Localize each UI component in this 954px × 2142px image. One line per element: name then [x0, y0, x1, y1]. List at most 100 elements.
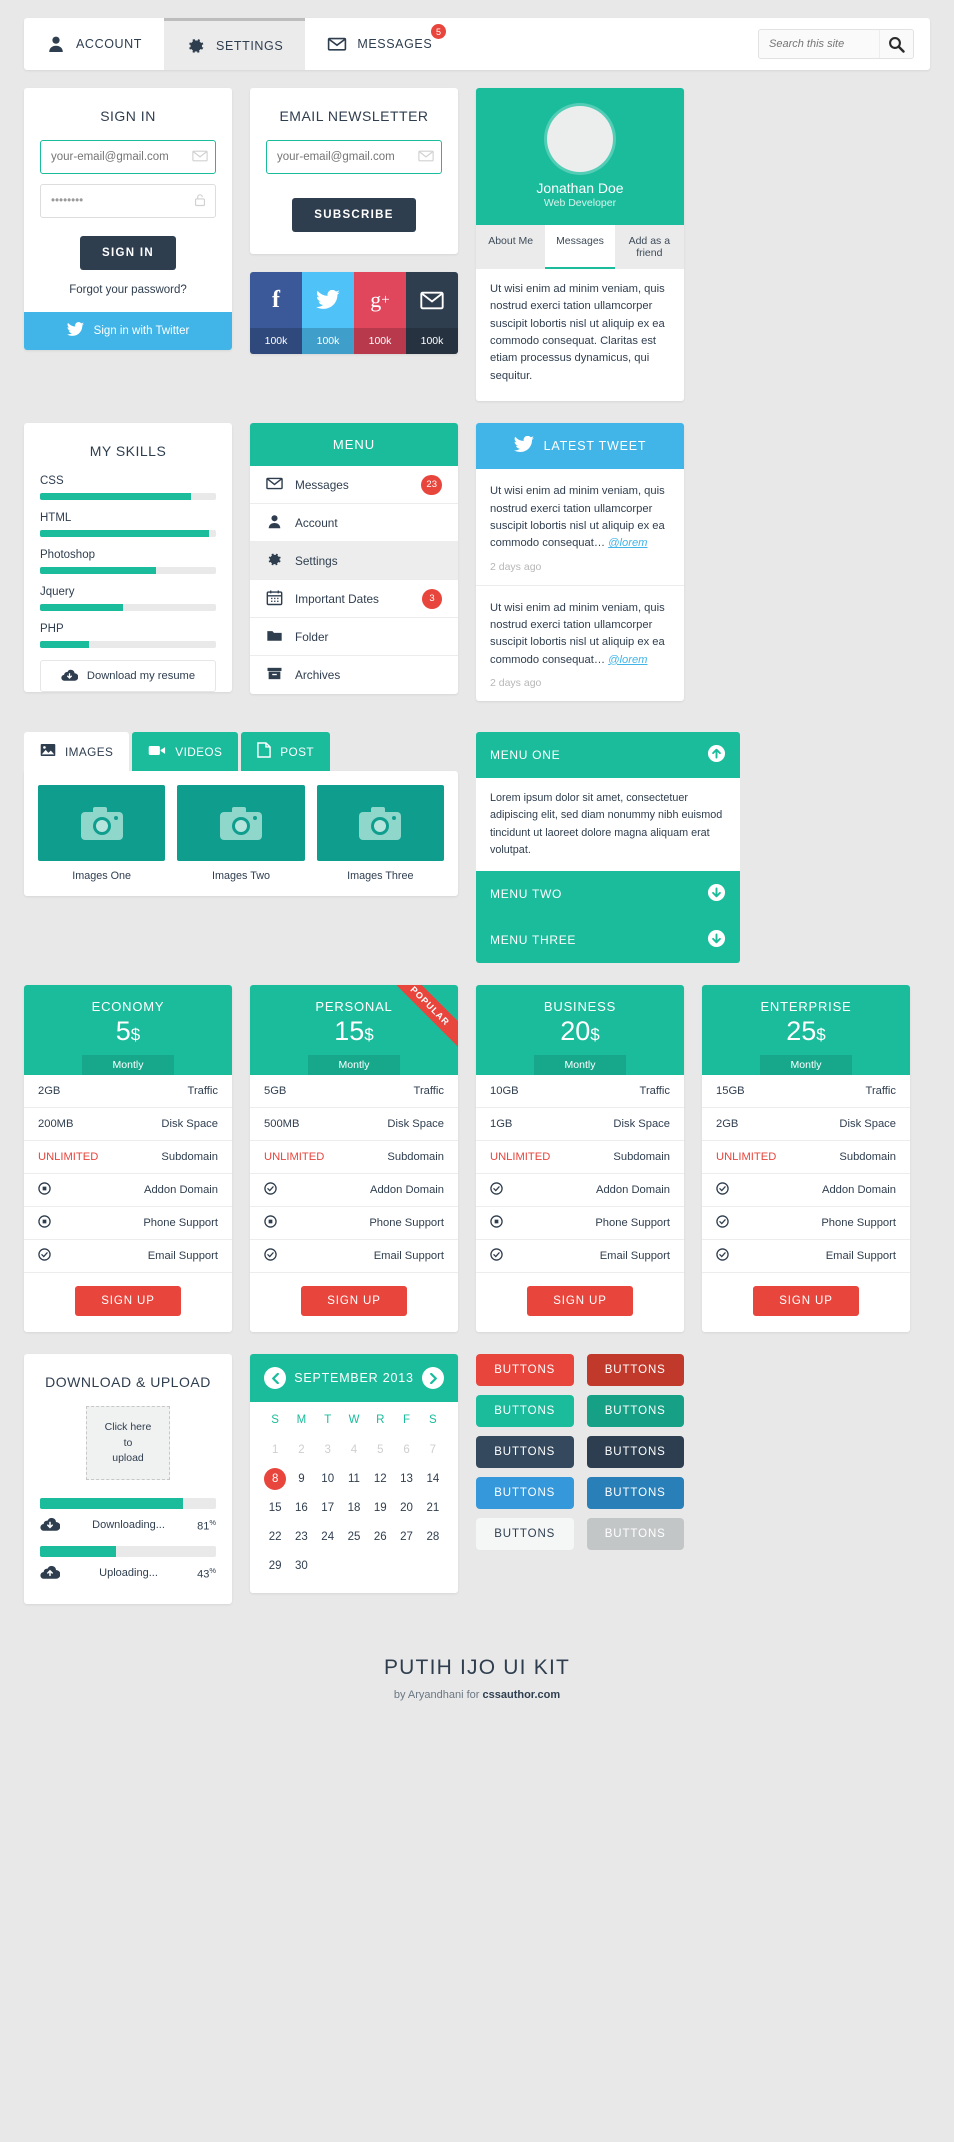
calendar-day-24[interactable]: 24	[315, 1526, 341, 1548]
tab-videos[interactable]: VIDEOS	[132, 732, 239, 772]
demo-button-1-light[interactable]: BUTTONS	[476, 1354, 574, 1387]
calendar-day-2[interactable]: 2	[288, 1439, 314, 1461]
calendar-day-16[interactable]: 16	[288, 1497, 314, 1519]
nav-tab-messages[interactable]: MESSAGES 5	[305, 18, 454, 70]
demo-button-5-dark[interactable]: BUTTONS	[586, 1518, 684, 1551]
credit-link[interactable]: cssauthor.com	[483, 1689, 561, 1701]
calendar-prev-button[interactable]	[264, 1367, 286, 1390]
calendar-day-22[interactable]: 22	[262, 1526, 288, 1548]
accordion-header-menu-two[interactable]: MENU TWO	[476, 871, 740, 918]
menu-item-label: Archives	[295, 668, 341, 683]
accordion-header-menu-one[interactable]: MENU ONE	[476, 732, 740, 779]
calendar-day-11[interactable]: 11	[341, 1468, 367, 1490]
subscribe-button[interactable]: SUBSCRIBE	[292, 198, 416, 232]
calendar-day-17[interactable]: 17	[315, 1497, 341, 1519]
signup-button[interactable]: SIGN UP	[527, 1286, 633, 1317]
demo-button-5-light[interactable]: BUTTONS	[476, 1518, 574, 1551]
demo-button-4-dark[interactable]: BUTTONS	[586, 1477, 684, 1510]
password-field[interactable]	[40, 184, 216, 218]
email-field[interactable]	[40, 140, 216, 174]
signin-with-twitter-button[interactable]: Sign in with Twitter	[24, 312, 232, 350]
calendar-day-20[interactable]: 20	[393, 1497, 419, 1519]
nav-tab-label: SETTINGS	[216, 38, 284, 53]
calendar-day-9[interactable]: 9	[288, 1468, 314, 1490]
social-twitter[interactable]: 100k	[302, 272, 354, 354]
calendar-day-8[interactable]: 8	[264, 1468, 287, 1491]
calendar-day-3[interactable]: 3	[315, 1439, 341, 1461]
upload-dropzone[interactable]: Click here to upload	[86, 1406, 170, 1481]
signin-button[interactable]: SIGN IN	[80, 236, 176, 270]
plan-feature-label: Phone Support	[143, 1217, 218, 1230]
signup-button[interactable]: SIGN UP	[753, 1286, 859, 1317]
calendar-day-12[interactable]: 12	[367, 1468, 393, 1490]
gallery-item[interactable]: Images Two	[177, 785, 305, 882]
calendar-day-18[interactable]: 18	[341, 1497, 367, 1519]
plan-feature-value: 10GB	[490, 1085, 519, 1098]
signup-button[interactable]: SIGN UP	[301, 1286, 407, 1317]
calendar-day-23[interactable]: 23	[288, 1526, 314, 1548]
calendar-day-6[interactable]: 6	[393, 1439, 419, 1461]
calendar-day-15[interactable]: 15	[262, 1497, 288, 1519]
menu-item-account[interactable]: Account	[250, 504, 458, 543]
plan-feature-value: 1GB	[490, 1118, 513, 1131]
gallery-item[interactable]: Images Three	[316, 785, 444, 882]
progress-fill	[40, 1498, 183, 1510]
demo-button-2-dark[interactable]: BUTTONS	[586, 1395, 684, 1428]
skill-label: Jquery	[40, 586, 75, 599]
signup-button[interactable]: SIGN UP	[75, 1286, 181, 1317]
calendar-day-13[interactable]: 13	[393, 1468, 419, 1490]
calendar-next-button[interactable]	[422, 1367, 444, 1390]
calendar-day-1[interactable]: 1	[262, 1439, 288, 1461]
calendar-day-7[interactable]: 7	[420, 1439, 446, 1461]
menu-item-messages[interactable]: Messages 23	[250, 466, 458, 505]
menu-item-important-dates[interactable]: Important Dates 3	[250, 580, 458, 619]
calendar-day-14[interactable]: 14	[420, 1468, 446, 1490]
calendar-day-27[interactable]: 27	[393, 1526, 419, 1548]
image-icon	[40, 743, 56, 760]
calendar-day-28[interactable]: 28	[420, 1526, 446, 1548]
demo-button-3-light[interactable]: BUTTONS	[476, 1436, 574, 1469]
nav-tab-settings[interactable]: SETTINGS	[164, 18, 306, 70]
calendar-day-header: S	[271, 1414, 279, 1427]
calendar-day-10[interactable]: 10	[315, 1468, 341, 1490]
social-facebook[interactable]: f 100k	[250, 272, 302, 354]
download-resume-button[interactable]: Download my resume	[40, 660, 216, 693]
forgot-password-link[interactable]: Forgot your password?	[24, 270, 232, 312]
calendar-day-25[interactable]: 25	[341, 1526, 367, 1548]
calendar-day-4[interactable]: 4	[341, 1439, 367, 1461]
social-googleplus[interactable]: g + 100k	[354, 272, 406, 354]
menu-item-archives[interactable]: Archives	[250, 656, 458, 694]
menu-item-settings[interactable]: Settings	[250, 542, 458, 581]
plan-feature-row: 500MB Disk Space	[250, 1108, 458, 1142]
gallery-item[interactable]: Images One	[38, 785, 166, 882]
tweet-handle[interactable]: @lorem	[608, 654, 647, 666]
calendar-day-5[interactable]: 5	[367, 1439, 393, 1461]
tab-messages[interactable]: Messages	[545, 225, 615, 269]
newsletter-email-field[interactable]	[266, 140, 442, 174]
search-icon[interactable]	[879, 30, 913, 58]
tab-add-as-friend[interactable]: Add as a friend	[615, 225, 684, 269]
search-input[interactable]	[759, 38, 879, 50]
demo-button-2-light[interactable]: BUTTONS	[476, 1395, 574, 1428]
menu-item-folder[interactable]: Folder	[250, 618, 458, 657]
social-email[interactable]: 100k	[406, 272, 458, 354]
demo-button-3-dark[interactable]: BUTTONS	[586, 1436, 684, 1469]
accordion-header-menu-three[interactable]: MENU THREE	[476, 917, 740, 964]
tab-about-me[interactable]: About Me	[476, 225, 545, 269]
calendar-day-29[interactable]: 29	[262, 1555, 288, 1577]
plan-period: Montly	[534, 1055, 626, 1076]
gallery-thumbnail	[316, 785, 444, 862]
tab-images[interactable]: IMAGES	[24, 732, 130, 772]
tweet-handle[interactable]: @lorem	[608, 537, 647, 549]
calendar-day-19[interactable]: 19	[367, 1497, 393, 1519]
plan-feature-row: UNLIMITED Subdomain	[702, 1141, 910, 1175]
demo-button-1-dark[interactable]: BUTTONS	[586, 1354, 684, 1387]
tab-post[interactable]: POST	[241, 732, 331, 772]
calendar-day-26[interactable]: 26	[367, 1526, 393, 1548]
nav-tab-account[interactable]: ACCOUNT	[24, 18, 164, 70]
calendar-day-21[interactable]: 21	[420, 1497, 446, 1519]
skills-title: MY SKILLS	[89, 443, 167, 460]
calendar-day-30[interactable]: 30	[288, 1555, 314, 1577]
demo-button-4-light[interactable]: BUTTONS	[476, 1477, 574, 1510]
